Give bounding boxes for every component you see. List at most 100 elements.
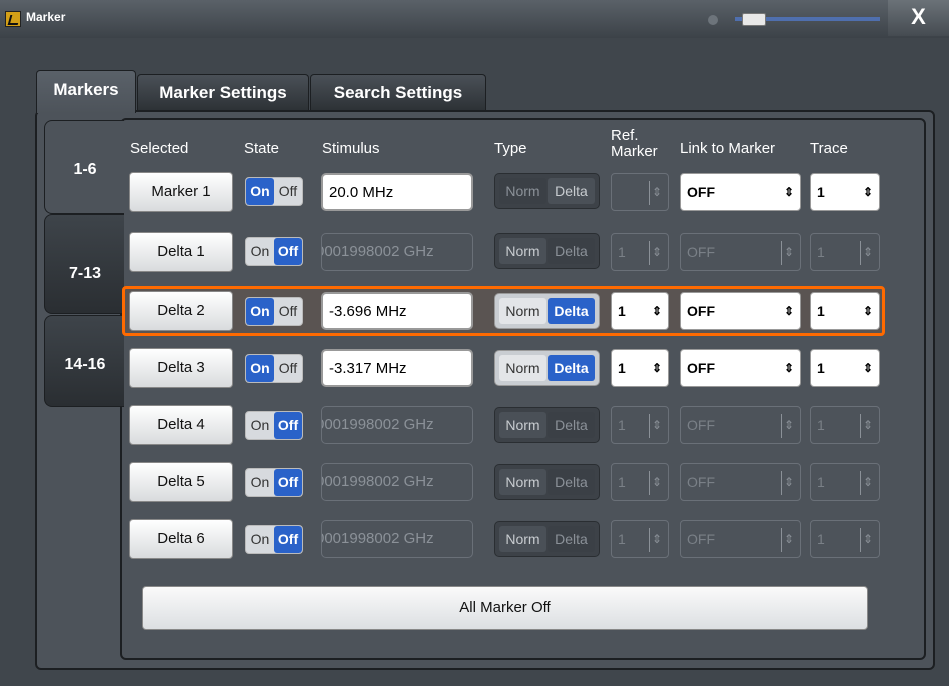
dropdown-arrow-icon: ⇕ (651, 532, 662, 546)
link-dropdown-marker-1[interactable]: OFF ⇕ (680, 173, 801, 211)
trace-dropdown-delta-3[interactable]: 1 ⇕ (810, 349, 880, 387)
link-value: OFF (687, 417, 715, 433)
app-logo-icon (5, 11, 21, 27)
state-toggle-marker-1[interactable]: On Off (245, 177, 303, 206)
side-tab-7-13[interactable]: 7-13 (44, 214, 124, 314)
toggle-on[interactable]: On (246, 412, 274, 439)
trace-value: 1 (817, 303, 825, 319)
all-marker-off-button[interactable]: All Marker Off (142, 586, 868, 630)
header-link-to-marker: Link to Marker (680, 140, 776, 157)
tab-markers[interactable]: Markers (36, 70, 136, 113)
type-toggle-delta-5: Norm Delta (494, 464, 600, 500)
toggle-on[interactable]: On (246, 469, 274, 496)
type-delta: Delta (548, 469, 595, 495)
type-norm: Norm (499, 469, 546, 495)
trace-dropdown-delta-5: 1 ⇕ (810, 463, 880, 501)
trace-dropdown-delta-2[interactable]: 1 ⇕ (810, 292, 880, 330)
header-type: Type (494, 140, 527, 157)
ref-marker-value: 1 (618, 474, 626, 490)
type-delta: Delta (548, 412, 595, 438)
dropdown-arrow-icon: ⇕ (783, 245, 794, 259)
selected-button-delta-4[interactable]: Delta 4 (129, 405, 233, 445)
link-value: OFF (687, 184, 715, 200)
link-dropdown-delta-3[interactable]: OFF ⇕ (680, 349, 801, 387)
header-ref-marker: Ref. Marker (611, 128, 658, 160)
close-button[interactable]: X (888, 0, 949, 36)
type-toggle-delta-2[interactable]: Norm Delta (494, 293, 600, 329)
dropdown-arrow-icon: ⇕ (651, 418, 662, 432)
ref-marker-dropdown-delta-2[interactable]: 1 ⇕ (611, 292, 669, 330)
link-dropdown-delta-6: OFF ⇕ (680, 520, 801, 558)
type-norm: Norm (499, 526, 546, 552)
type-norm: Norm (499, 238, 546, 264)
selected-button-marker-1[interactable]: Marker 1 (129, 172, 233, 212)
trace-dropdown-delta-4: 1 ⇕ (810, 406, 880, 444)
link-value: OFF (687, 303, 715, 319)
type-delta[interactable]: Delta (548, 355, 595, 381)
state-toggle-delta-1[interactable]: On Off (245, 237, 303, 266)
ref-marker-value: 1 (618, 244, 626, 260)
selected-button-delta-3[interactable]: Delta 3 (129, 348, 233, 388)
toggle-on[interactable]: On (246, 238, 274, 265)
transparency-slider-handle[interactable] (742, 13, 766, 26)
toggle-off[interactable]: Off (274, 298, 302, 325)
side-tab-label: 1-6 (73, 161, 97, 178)
stimulus-input-delta-2[interactable]: -3.696 MHz (321, 292, 473, 330)
ref-marker-dropdown-delta-4: 1 ⇕ (611, 406, 669, 444)
state-toggle-delta-2[interactable]: On Off (245, 297, 303, 326)
ref-marker-dropdown-delta-3[interactable]: 1 ⇕ (611, 349, 669, 387)
toggle-on[interactable]: On (246, 178, 274, 205)
header-ref-marker-line2: Marker (611, 143, 658, 160)
type-delta: Delta (548, 238, 595, 264)
dropdown-arrow-icon: ⇕ (651, 185, 662, 199)
state-toggle-delta-3[interactable]: On Off (245, 354, 303, 383)
selected-button-delta-5[interactable]: Delta 5 (129, 462, 233, 502)
selected-button-delta-1[interactable]: Delta 1 (129, 232, 233, 272)
dropdown-arrow-icon: ⇕ (862, 418, 873, 432)
selected-button-delta-6[interactable]: Delta 6 (129, 519, 233, 559)
side-tab-14-16[interactable]: 14-16 (44, 315, 124, 407)
link-value: OFF (687, 531, 715, 547)
tab-search-settings[interactable]: Search Settings (310, 74, 486, 110)
toggle-off[interactable]: Off (274, 355, 302, 382)
type-norm[interactable]: Norm (499, 355, 546, 381)
stimulus-input-delta-3[interactable]: -3.317 MHz (321, 349, 473, 387)
link-value: OFF (687, 360, 715, 376)
trace-dropdown-marker-1[interactable]: 1 ⇕ (810, 173, 880, 211)
type-delta[interactable]: Delta (548, 298, 595, 324)
trace-value: 1 (817, 531, 825, 547)
type-toggle-delta-3[interactable]: Norm Delta (494, 350, 600, 386)
tab-marker-settings[interactable]: Marker Settings (137, 74, 309, 110)
state-toggle-delta-6[interactable]: On Off (245, 525, 303, 554)
stimulus-input-marker-1[interactable]: 20.0 MHz (321, 173, 473, 211)
trace-value: 1 (817, 474, 825, 490)
header-trace: Trace (810, 140, 848, 157)
stimulus-input-delta-4: 0001998002 GHz (321, 406, 473, 444)
toggle-off[interactable]: Off (274, 238, 302, 265)
trace-value: 1 (817, 244, 825, 260)
dropdown-arrow-icon: ⇕ (862, 185, 873, 199)
toggle-off[interactable]: Off (274, 412, 302, 439)
side-tab-1-6[interactable]: 1-6 (44, 120, 124, 214)
toggle-off[interactable]: Off (274, 526, 302, 553)
trace-value: 1 (817, 417, 825, 433)
type-norm[interactable]: Norm (499, 298, 546, 324)
type-toggle-marker-1[interactable]: Norm Delta (494, 173, 600, 209)
toggle-on[interactable]: On (246, 355, 274, 382)
stimulus-input-delta-5: 0001998002 GHz (321, 463, 473, 501)
link-dropdown-delta-2[interactable]: OFF ⇕ (680, 292, 801, 330)
type-delta[interactable]: Delta (548, 178, 595, 204)
state-toggle-delta-5[interactable]: On Off (245, 468, 303, 497)
type-norm[interactable]: Norm (499, 178, 546, 204)
ref-marker-value: 1 (618, 360, 626, 376)
selected-button-delta-2[interactable]: Delta 2 (129, 291, 233, 331)
toggle-off[interactable]: Off (274, 469, 302, 496)
toggle-on[interactable]: On (246, 298, 274, 325)
ref-marker-dropdown-marker-1[interactable]: ⇕ (611, 173, 669, 211)
window-title: Marker (26, 10, 66, 24)
toggle-on[interactable]: On (246, 526, 274, 553)
header-selected: Selected (130, 140, 189, 157)
toggle-off[interactable]: Off (274, 178, 302, 205)
header-state: State (244, 140, 280, 157)
state-toggle-delta-4[interactable]: On Off (245, 411, 303, 440)
